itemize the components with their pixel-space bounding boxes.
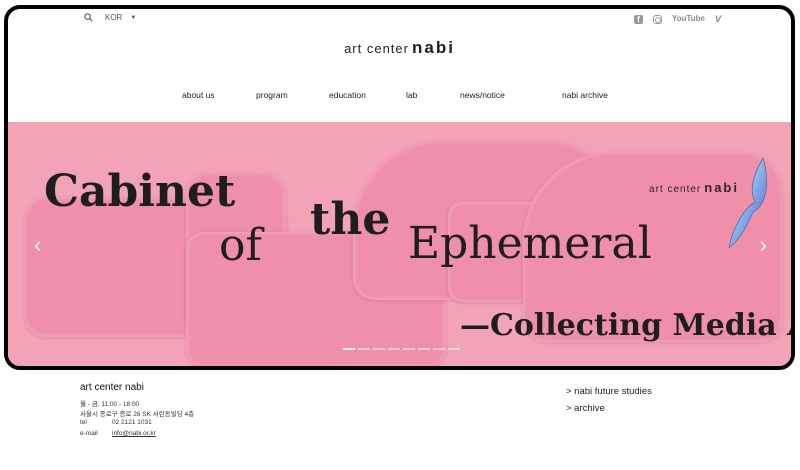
main-nav: about us program education lab news/noti… — [8, 90, 791, 104]
nav-lab[interactable]: lab — [406, 90, 417, 100]
nav-nabi-archive[interactable]: nabi archive — [562, 90, 608, 100]
slide-dot[interactable] — [448, 348, 460, 350]
nav-news-notice[interactable]: news/notice — [460, 90, 505, 100]
logo-light: art center — [344, 41, 409, 56]
chevron-down-icon[interactable]: ▼ — [130, 15, 136, 21]
footer-name: art center nabi — [80, 382, 144, 393]
footer-link-future-studies[interactable]: > nabi future studies — [566, 383, 652, 400]
slide-dot[interactable] — [403, 348, 415, 350]
hero-title-cabinet: Cabinet — [44, 166, 236, 217]
hero-title-the: the — [310, 194, 391, 245]
youtube-icon[interactable]: YouTube — [672, 14, 705, 24]
footer-links: > nabi future studies > archive — [566, 383, 652, 417]
language-label[interactable]: KOR — [105, 13, 122, 22]
prev-slide-button[interactable]: ‹ — [34, 232, 41, 258]
top-bar: KOR ▼ f YouTube V — [8, 9, 791, 31]
footer-tel: tel 02 2121 1031 — [80, 419, 152, 426]
footer-email: e-mail info@nabi.or.kr — [80, 430, 156, 437]
hero-carousel[interactable]: Cabinet of the Ephemeral —Collecting Med… — [8, 122, 791, 366]
vimeo-icon[interactable]: V — [715, 14, 721, 24]
footer-email-label: e-mail — [80, 430, 98, 437]
logo-bold: nabi — [411, 38, 455, 57]
hero-title-of: of — [219, 220, 262, 271]
slide-dot[interactable] — [373, 348, 385, 350]
nav-education[interactable]: education — [329, 90, 366, 100]
slide-dot[interactable] — [358, 348, 370, 350]
hero-brand-light: art center — [649, 184, 702, 195]
hero-title-ephemeral: Ephemeral — [408, 218, 652, 269]
instagram-icon[interactable] — [652, 14, 662, 24]
slide-dot[interactable] — [343, 348, 355, 350]
slide-indicators — [343, 348, 460, 350]
site-logo[interactable]: art center nabi — [8, 38, 791, 58]
next-slide-button[interactable]: › — [760, 232, 767, 258]
social-links: f YouTube V — [633, 14, 721, 24]
slide-dot[interactable] — [418, 348, 430, 350]
nav-program[interactable]: program — [256, 90, 288, 100]
language-selector[interactable]: KOR ▼ — [84, 13, 136, 22]
facebook-icon[interactable]: f — [633, 14, 643, 24]
footer-address: 서울시 종로구 종로 26 SK 서린동빌딩 4층 — [80, 411, 195, 418]
nav-about-us[interactable]: about us — [182, 90, 215, 100]
footer-link-archive[interactable]: > archive — [566, 400, 652, 417]
footer-tel-label: tel — [80, 419, 87, 426]
browser-frame: KOR ▼ f YouTube V art center nabi about u… — [4, 5, 795, 370]
footer-tel-value: 02 2121 1031 — [112, 419, 152, 426]
slide-dot[interactable] — [433, 348, 445, 350]
hero-subtitle: —Collecting Media Art — [460, 308, 791, 343]
site-footer: art center nabi 월 - 금, 11:00 - 18:00 서울시… — [0, 378, 800, 470]
footer-hours: 월 - 금, 11:00 - 18:00 — [80, 401, 140, 408]
footer-email-link[interactable]: info@nabi.or.kr — [112, 430, 156, 437]
search-icon[interactable] — [84, 13, 93, 22]
slide-dot[interactable] — [388, 348, 400, 350]
